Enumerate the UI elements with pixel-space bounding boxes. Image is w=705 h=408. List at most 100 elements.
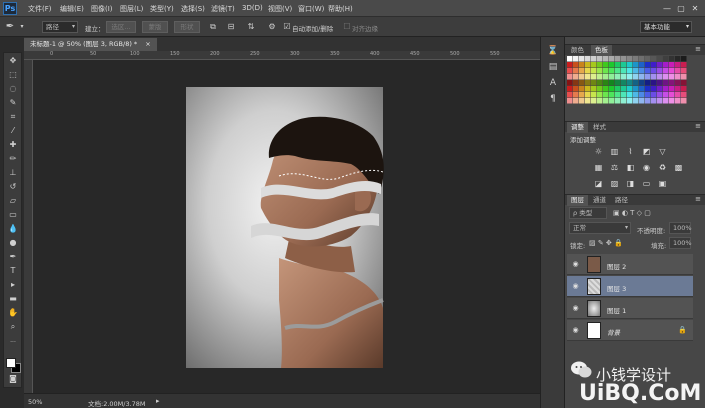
swatch-cell[interactable] [663, 80, 669, 86]
dodge-tool-icon[interactable]: ● [6, 237, 20, 248]
swatch-cell[interactable] [627, 68, 633, 74]
layer-row[interactable]: ◉ 图层 3 [567, 276, 693, 297]
swatch-cell[interactable] [591, 86, 597, 92]
swatch-cell[interactable] [675, 74, 681, 80]
swatch-cell[interactable] [567, 56, 573, 62]
auto-add-delete-checkbox[interactable]: ☑ [282, 22, 292, 32]
swatch-cell[interactable] [597, 74, 603, 80]
swatch-cell[interactable] [627, 98, 633, 104]
fill-field[interactable]: 100% [669, 237, 692, 249]
swatch-cell[interactable] [597, 92, 603, 98]
swatch-cell[interactable] [573, 62, 579, 68]
path-operations-icon[interactable]: ⧉ [208, 22, 218, 32]
layer-row[interactable]: ◉ 图层 1 [567, 298, 693, 319]
swatch-cell[interactable] [621, 74, 627, 80]
swatch-cell[interactable] [669, 68, 675, 74]
swatch-cell[interactable] [639, 68, 645, 74]
swatch-cell[interactable] [663, 92, 669, 98]
threshold-icon[interactable]: ◨ [625, 178, 636, 189]
swatch-cell[interactable] [663, 56, 669, 62]
swatch-cell[interactable] [627, 62, 633, 68]
color-balance-icon[interactable]: ⚖ [609, 162, 620, 173]
swatch-cell[interactable] [675, 86, 681, 92]
swatch-cell[interactable] [597, 62, 603, 68]
swatch-cell[interactable] [633, 98, 639, 104]
lock-options-icons[interactable]: ▨ ✎ ✥ 🔒 [589, 239, 623, 247]
swatch-cell[interactable] [597, 86, 603, 92]
paragraph-panel-icon[interactable]: ¶ [547, 93, 559, 105]
swatch-cell[interactable] [633, 68, 639, 74]
menu-layer[interactable]: 图层(L) [120, 4, 143, 14]
swatch-cell[interactable] [567, 86, 573, 92]
vibrance-icon[interactable]: ▽ [657, 146, 668, 157]
swatch-cell[interactable] [633, 80, 639, 86]
swatch-cell[interactable] [681, 56, 687, 62]
menu-type[interactable]: 类型(Y) [150, 4, 174, 14]
swatch-cell[interactable] [645, 80, 651, 86]
crop-tool-icon[interactable]: ⌗ [6, 111, 20, 122]
swatch-cell[interactable] [597, 80, 603, 86]
swatch-cell[interactable] [663, 68, 669, 74]
swatch-cell[interactable] [591, 62, 597, 68]
swatch-cell[interactable] [621, 56, 627, 62]
layer-row[interactable]: ◉ 图层 2 [567, 254, 693, 275]
tab-layers[interactable]: 图层 [567, 195, 588, 206]
swatch-cell[interactable] [627, 80, 633, 86]
swatch-cell[interactable] [651, 68, 657, 74]
swatch-cell[interactable] [615, 98, 621, 104]
swatch-cell[interactable] [603, 68, 609, 74]
swatch-cell[interactable] [669, 92, 675, 98]
swatch-cell[interactable] [585, 62, 591, 68]
swatch-cell[interactable] [615, 86, 621, 92]
swatch-cell[interactable] [603, 62, 609, 68]
swatch-cell[interactable] [573, 80, 579, 86]
menu-filter[interactable]: 滤镜(T) [211, 4, 235, 14]
gradient-tool-icon[interactable]: ▭ [6, 209, 20, 220]
menu-view[interactable]: 视图(V) [268, 4, 292, 14]
menu-edit[interactable]: 编辑(E) [60, 4, 84, 14]
blur-tool-icon[interactable]: 💧 [6, 223, 20, 234]
swatch-cell[interactable] [591, 56, 597, 62]
marquee-tool-icon[interactable]: ⬚ [6, 69, 20, 80]
swatch-cell[interactable] [657, 74, 663, 80]
swatch-cell[interactable] [597, 98, 603, 104]
tab-paths[interactable]: 路径 [611, 195, 632, 206]
swatch-cell[interactable] [585, 74, 591, 80]
swatch-cell[interactable] [591, 74, 597, 80]
swatch-cell[interactable] [609, 92, 615, 98]
swatch-cell[interactable] [573, 74, 579, 80]
photo-filter-icon[interactable]: ◉ [641, 162, 652, 173]
swatch-cell[interactable] [579, 92, 585, 98]
swatch-cell[interactable] [573, 68, 579, 74]
opacity-field[interactable]: 100% [669, 222, 692, 234]
swatch-cell[interactable] [567, 74, 573, 80]
menu-file[interactable]: 文件(F) [28, 4, 52, 14]
swatch-cell[interactable] [603, 74, 609, 80]
swatch-cell[interactable] [639, 86, 645, 92]
swatch-cell[interactable] [609, 74, 615, 80]
swatch-cell[interactable] [579, 68, 585, 74]
swatch-cell[interactable] [651, 80, 657, 86]
properties-panel-icon[interactable]: ▤ [547, 61, 559, 73]
swatch-cell[interactable] [663, 86, 669, 92]
swatch-cell[interactable] [681, 80, 687, 86]
swatch-cell[interactable] [645, 92, 651, 98]
swatch-cell[interactable] [651, 98, 657, 104]
lasso-tool-icon[interactable]: ◌ [6, 83, 20, 94]
swatch-cell[interactable] [621, 98, 627, 104]
swatch-cell[interactable] [573, 56, 579, 62]
swatch-cell[interactable] [597, 68, 603, 74]
history-panel-icon[interactable]: ⌛ [547, 45, 559, 57]
document-canvas[interactable] [33, 60, 540, 393]
menu-help[interactable]: 帮助(H) [328, 4, 353, 14]
swatch-cell[interactable] [651, 86, 657, 92]
swatch-cell[interactable] [615, 56, 621, 62]
maximize-button[interactable]: ▢ [676, 4, 686, 13]
swatch-cell[interactable] [609, 80, 615, 86]
swatch-cell[interactable] [567, 68, 573, 74]
swatch-cell[interactable] [621, 80, 627, 86]
swatch-cell[interactable] [567, 62, 573, 68]
swatch-cell[interactable] [657, 56, 663, 62]
swatch-cell[interactable] [657, 68, 663, 74]
swatch-cell[interactable] [675, 56, 681, 62]
